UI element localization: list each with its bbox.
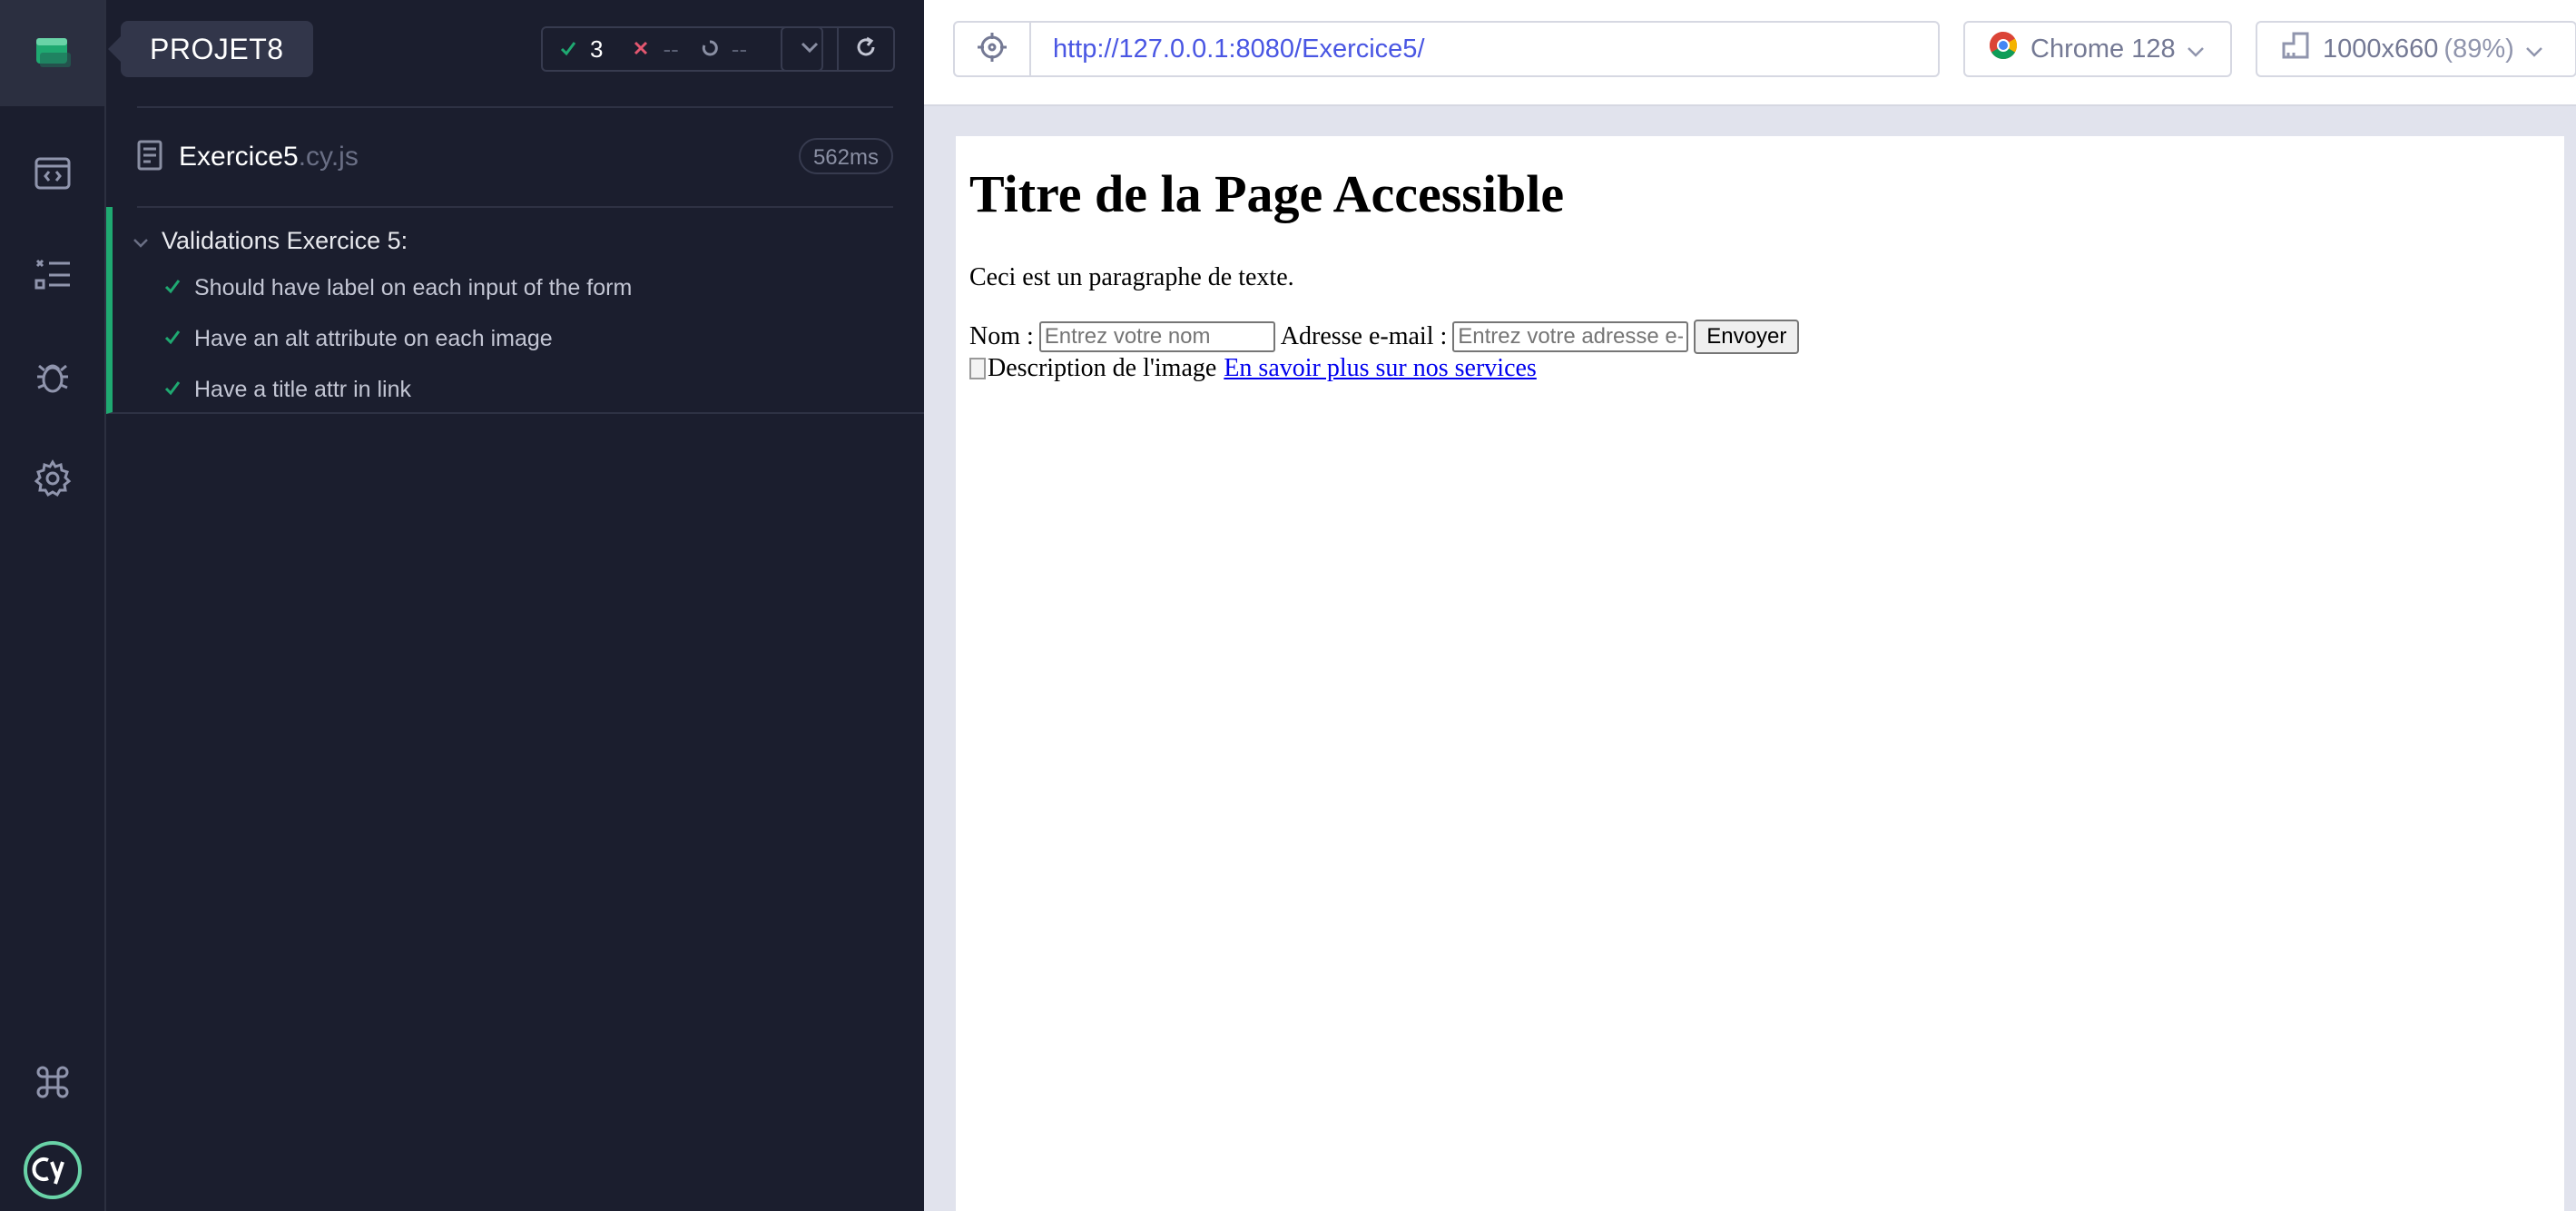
reload-icon	[854, 35, 878, 64]
nav-settings[interactable]	[0, 447, 104, 510]
image-alt-text: Description de l'image	[988, 354, 1217, 382]
browser-toolbar: http://127.0.0.1:8080/Exercice5/ Chrome …	[924, 0, 2576, 106]
browser-name: Chrome 128	[2030, 34, 2176, 64]
bug-icon	[34, 359, 72, 395]
test-label: Have an alt attribute on each image	[194, 325, 553, 351]
name-input[interactable]	[1038, 321, 1275, 352]
url-link[interactable]: http://127.0.0.1:8080/Exercice5/	[1031, 23, 1425, 75]
email-input[interactable]	[1452, 321, 1689, 352]
divider	[137, 106, 893, 108]
app-window-icon	[34, 34, 71, 72]
services-link[interactable]: En savoir plus sur nos services	[1224, 354, 1537, 383]
code-window-icon	[34, 156, 72, 191]
passed-check-icon	[163, 275, 182, 301]
spec-duration-badge: 562ms	[798, 138, 893, 174]
pending-count: --	[731, 34, 748, 63]
app-under-test-panel: http://127.0.0.1:8080/Exercice5/ Chrome …	[924, 0, 2576, 1211]
test-label: Have a title attr in link	[194, 376, 411, 402]
test-label: Should have label on each input of the f…	[194, 274, 633, 300]
app-iframe: Titre de la Page Accessible Ceci est un …	[956, 136, 2564, 1211]
spec-header[interactable]: Exercice5 .cy.js 562ms	[137, 127, 893, 187]
chrome-icon	[1989, 31, 2018, 67]
project-name-tooltip: PROJET8	[108, 21, 313, 77]
nav-debug[interactable]	[0, 345, 104, 409]
page-heading: Titre de la Page Accessible	[969, 164, 1565, 223]
submit-button[interactable]: Envoyer	[1694, 320, 1800, 354]
cypress-logo	[0, 1137, 104, 1203]
command-key-icon	[35, 1065, 70, 1099]
passed-check-icon	[163, 326, 182, 352]
passed-count: 3	[590, 34, 604, 63]
chevron-down-icon	[133, 227, 149, 255]
ruler-icon	[2281, 31, 2310, 67]
name-label: Nom :	[969, 322, 1034, 350]
suite-header[interactable]: Validations Exercice 5:	[133, 220, 408, 261]
test-item[interactable]: Have an alt attribute on each image	[163, 318, 553, 359]
crosshair-icon	[977, 32, 1008, 67]
passed-check-icon	[163, 377, 182, 403]
viewport-size: 1000x660	[2323, 34, 2439, 64]
pending-spinner-icon	[701, 35, 719, 64]
document-icon	[137, 140, 162, 175]
browser-select[interactable]: Chrome 128	[1963, 21, 2232, 77]
suite-title: Validations Exercice 5:	[162, 226, 408, 254]
side-nav	[0, 0, 106, 1211]
email-label: Adresse e-mail :	[1280, 322, 1448, 350]
broken-image-icon	[969, 358, 986, 379]
nav-runs[interactable]	[0, 242, 104, 306]
cypress-logo-icon	[23, 1140, 83, 1200]
viewport-zoom: (89%)	[2443, 34, 2514, 64]
nav-specs[interactable]	[0, 142, 104, 205]
rerun-tests-button[interactable]	[837, 26, 895, 72]
page-paragraph: Ceci est un paragraphe de texte.	[969, 263, 1294, 291]
test-item[interactable]: Have a title attr in link	[163, 369, 411, 410]
image-row: Description de l'image En savoir plus su…	[969, 354, 1537, 383]
test-suite: Validations Exercice 5: Should have labe…	[106, 207, 924, 414]
keyboard-shortcuts-button[interactable]	[0, 1050, 104, 1114]
gear-icon	[34, 459, 72, 497]
chevron-down-icon	[2187, 34, 2205, 64]
failed-x-icon	[632, 35, 650, 64]
reporter-panel: PROJET8 3 -- -- Exercice5 .cy.js 562ms V…	[106, 0, 924, 1211]
test-list-icon	[34, 257, 72, 291]
project-switch-button[interactable]	[0, 0, 104, 106]
failed-count: --	[663, 34, 679, 63]
spec-extension: .cy.js	[298, 142, 359, 172]
collapse-all-button[interactable]	[781, 26, 839, 72]
spec-filename: Exercice5	[179, 142, 299, 172]
viewport-select[interactable]: 1000x660 (89%)	[2256, 21, 2576, 77]
passed-check-icon	[559, 35, 577, 64]
chevron-down-icon	[800, 41, 820, 58]
selector-playground-button[interactable]	[955, 23, 1031, 75]
chevron-down-icon	[2525, 34, 2543, 64]
test-item[interactable]: Should have label on each input of the f…	[163, 267, 632, 309]
contact-form: Nom : Adresse e-mail : Envoyer	[969, 320, 1800, 354]
url-bar: http://127.0.0.1:8080/Exercice5/	[953, 21, 1940, 77]
